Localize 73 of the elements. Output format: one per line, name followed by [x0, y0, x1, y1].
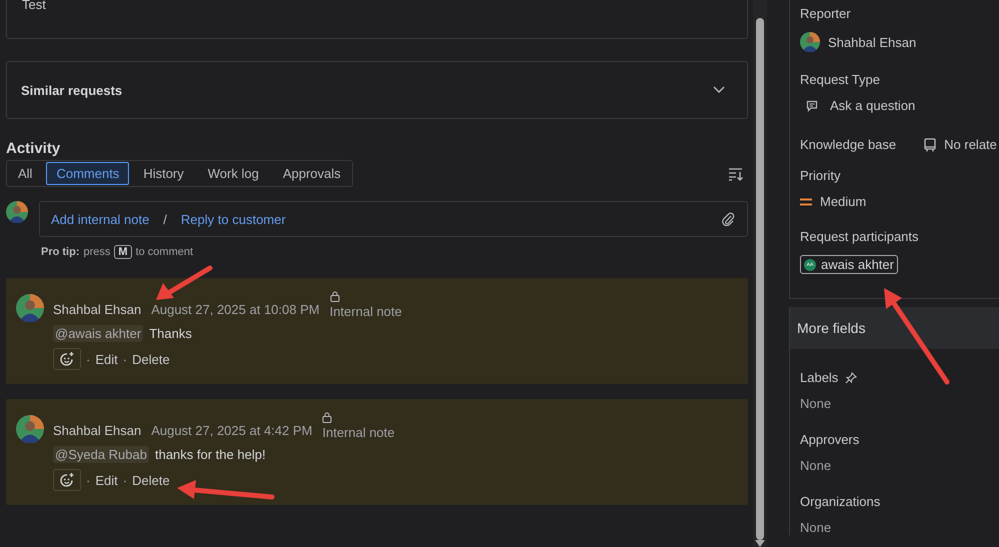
comment-text: thanks for the help! — [154, 447, 266, 462]
activity-tab[interactable]: Work log — [198, 162, 269, 185]
scroll-down-arrow-icon[interactable] — [755, 540, 765, 547]
comment-action-link[interactable]: Delete — [132, 352, 170, 366]
separator-dot: · — [86, 352, 90, 366]
separator-dot: · — [122, 352, 128, 366]
lock-icon — [330, 291, 340, 302]
comment-action-link[interactable]: Edit — [95, 352, 118, 366]
panel-title: More fields — [797, 320, 866, 336]
field-value[interactable]: Shahbal Ehsan — [828, 34, 916, 50]
avatar-icon — [16, 415, 44, 443]
comment-text: Thanks — [149, 326, 192, 341]
similar-requests-panel[interactable]: Similar requests — [6, 61, 748, 119]
participant-name: awais akhter — [821, 257, 894, 272]
activity-tab[interactable]: History — [133, 162, 194, 185]
add-reaction-button[interactable] — [53, 469, 81, 491]
paperclip-icon[interactable] — [721, 212, 735, 226]
field-value[interactable]: None — [800, 458, 999, 473]
field-label: Priority — [800, 168, 842, 183]
lock-icon — [322, 412, 332, 423]
keyboard-key: M — [114, 245, 132, 259]
comment-action-link[interactable]: Edit — [95, 472, 118, 488]
separator-dot: · — [86, 472, 90, 488]
activity-tab[interactable]: Comments — [46, 162, 130, 185]
add-internal-note-link[interactable]: Add internal note — [51, 212, 150, 226]
comment-time: August 27, 2025 at 10:08 PM — [151, 302, 320, 317]
field-label: Approvers — [800, 432, 860, 447]
field-label: Request participants — [800, 229, 920, 244]
author-name[interactable]: Shahbal Ehsan — [53, 302, 142, 317]
field-label: Labels — [800, 370, 838, 385]
comment-action-link[interactable]: Delete — [132, 472, 170, 488]
mention-chip[interactable]: @Syeda Rubab — [53, 446, 149, 463]
avatar-icon — [16, 294, 44, 322]
reply-to-customer-link[interactable]: Reply to customer — [180, 212, 286, 226]
description-text: Test — [22, 0, 46, 12]
activity-tab[interactable]: All — [8, 162, 42, 185]
tip-label: Pro tip: — [41, 246, 80, 258]
author-name[interactable]: Shahbal Ehsan — [53, 423, 142, 438]
annotation-arrow — [156, 266, 212, 300]
book-icon — [924, 138, 936, 152]
chat-icon — [806, 100, 818, 112]
field-label: Reporter — [800, 6, 852, 21]
field-value[interactable]: None — [800, 396, 999, 411]
activity-heading: Activity — [6, 140, 62, 157]
field-label: Organizations — [800, 494, 880, 509]
comment-time: August 27, 2025 at 4:42 PM — [151, 423, 312, 438]
separator-text: / — [163, 212, 167, 226]
avatar-icon — [6, 201, 28, 223]
scrollbar[interactable] — [753, 0, 767, 547]
field-label: Request Type — [800, 72, 881, 87]
smiley-icon — [59, 351, 75, 367]
field-value[interactable]: No relate — [944, 137, 997, 152]
field-value[interactable]: Ask a question — [830, 98, 916, 113]
tip-text: to comment — [136, 246, 194, 258]
mention-chip[interactable]: @awais akhter — [53, 325, 144, 342]
field-label: Knowledge base — [800, 137, 896, 152]
visibility-label: Internal note — [330, 304, 402, 319]
field-value[interactable]: Medium — [820, 194, 866, 209]
separator-dot: · — [122, 472, 128, 488]
chevron-icon[interactable] — [713, 86, 725, 94]
visibility-label: Internal note — [322, 425, 395, 440]
priority-medium-icon — [800, 198, 812, 206]
pin-icon[interactable] — [845, 372, 858, 384]
field-value[interactable]: None — [800, 520, 999, 535]
smiley-icon — [59, 472, 75, 488]
sort-icon[interactable] — [728, 166, 744, 180]
comment-box[interactable]: Add internal note / Reply to customer — [39, 201, 748, 237]
avatar-icon — [800, 32, 820, 52]
activity-tab[interactable]: Approvals — [272, 162, 351, 185]
add-reaction-button[interactable] — [53, 348, 81, 370]
section-title: Similar requests — [21, 82, 122, 98]
panel-header[interactable]: More fields — [790, 307, 999, 349]
tip-text: press — [84, 246, 110, 258]
